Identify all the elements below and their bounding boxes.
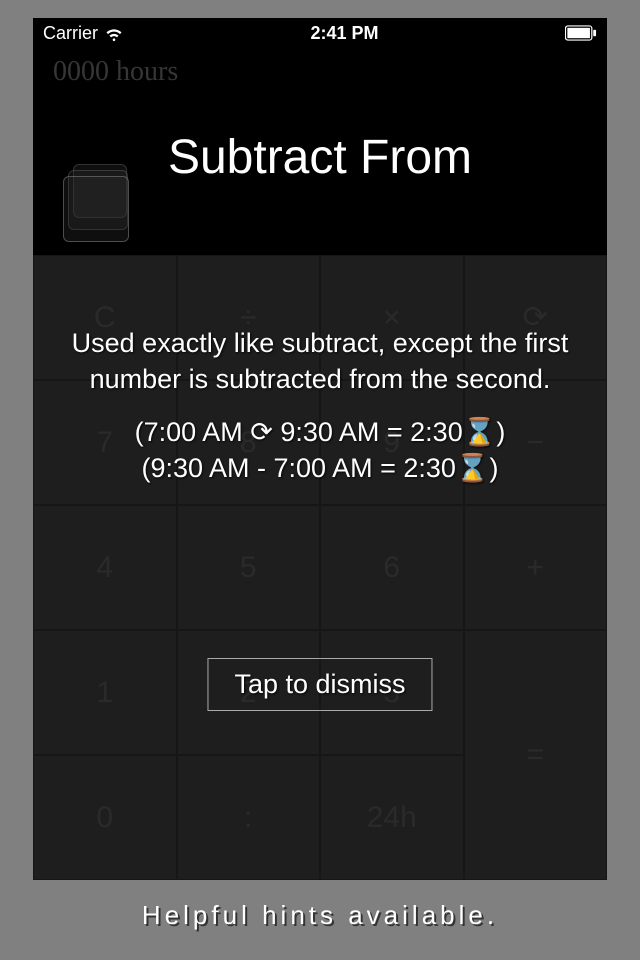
status-left: Carrier — [43, 23, 124, 44]
hint-body: Used exactly like subtract, except the f… — [63, 326, 577, 487]
carrier-label: Carrier — [43, 23, 98, 44]
status-time: 2:41 PM — [310, 23, 378, 44]
hint-line-2: (7:00 AM ⟳ 9:30 AM = 2:30⌛) — [135, 417, 506, 447]
hint-line-1: Used exactly like subtract, except the f… — [63, 326, 577, 397]
battery-icon — [565, 25, 597, 41]
phone-frame: Carrier 2:41 PM 0000 hours C ÷ × ⟳ 7 8 9… — [33, 18, 607, 880]
status-right — [565, 25, 597, 41]
hint-line-3: (9:30 AM - 7:00 AM = 2:30⌛) — [141, 453, 498, 483]
hint-overlay[interactable]: Subtract From Used exactly like subtract… — [33, 48, 607, 880]
footer-caption: Helpful hints available. — [0, 900, 640, 931]
status-bar: Carrier 2:41 PM — [33, 18, 607, 48]
wifi-icon — [104, 23, 124, 43]
dismiss-button[interactable]: Tap to dismiss — [207, 658, 432, 711]
hint-title: Subtract From — [33, 130, 607, 185]
